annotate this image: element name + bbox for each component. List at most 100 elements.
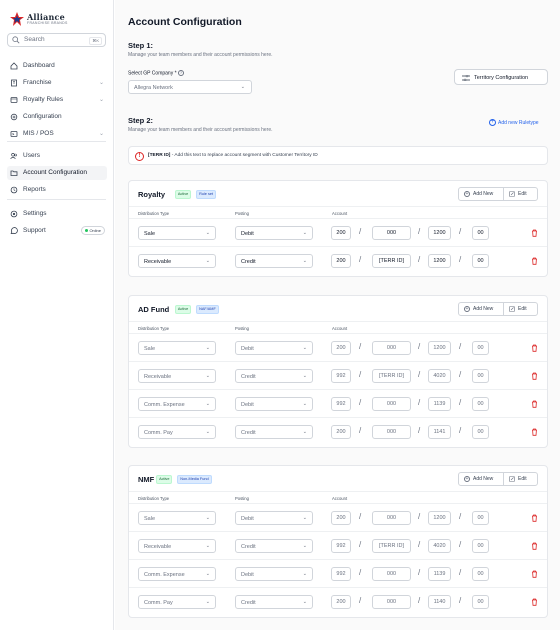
account-segment-1-input[interactable]: 992 (331, 369, 351, 383)
distribution-type-select[interactable]: Sale ⌄ (138, 511, 216, 525)
chevron-down-icon: ⌄ (205, 258, 210, 264)
chevron-down-icon: ⌄ (98, 97, 104, 103)
account-segment-3-input[interactable]: 1200 (428, 254, 451, 268)
account-segment-2-input[interactable]: 000 (372, 226, 411, 240)
posting-select[interactable]: Credit ⌄ (235, 425, 313, 439)
posting-select[interactable]: Credit ⌄ (235, 595, 313, 609)
account-segment-3-input[interactable]: 1140 (428, 595, 451, 609)
trash-icon[interactable] (531, 598, 538, 606)
sidebar-item-configuration[interactable]: Configuration (9, 110, 107, 124)
account-segment-1-input[interactable]: 200 (331, 511, 351, 525)
posting-select[interactable]: Credit ⌄ (235, 369, 313, 383)
trash-icon[interactable] (531, 514, 538, 522)
posting-select[interactable]: Debit ⌄ (235, 567, 313, 581)
add-new-button[interactable]: + Add New (459, 303, 504, 315)
trash-icon[interactable] (531, 570, 538, 578)
sidebar-item-account-configuration[interactable]: Account Configuration (7, 166, 107, 180)
edit-icon (509, 306, 515, 312)
posting-select[interactable]: Credit ⌄ (235, 254, 313, 268)
sidebar-item-label: Support (23, 227, 46, 234)
account-segment-2-input[interactable]: 000 (372, 511, 411, 525)
account-segment-4-input[interactable]: 00 (472, 511, 489, 525)
distribution-type-select[interactable]: Comm. Pay ⌄ (138, 595, 216, 609)
distribution-type-value: Comm. Expense (144, 402, 185, 408)
distribution-type-select[interactable]: Receivable ⌄ (138, 254, 216, 268)
edit-button[interactable]: Edit (504, 188, 538, 200)
sidebar-item-reports[interactable]: Reports (9, 183, 107, 197)
trash-icon[interactable] (531, 542, 538, 550)
trash-icon[interactable] (531, 344, 538, 352)
trash-icon[interactable] (531, 400, 538, 408)
distribution-type-select[interactable]: Receivable ⌄ (138, 369, 216, 383)
account-segment-1-input[interactable]: 992 (331, 397, 351, 411)
trash-icon[interactable] (531, 257, 538, 265)
trash-icon[interactable] (531, 428, 538, 436)
account-segment-2-input[interactable]: 000 (372, 567, 411, 581)
account-segment-4-input[interactable]: 00 (472, 539, 489, 553)
search-input[interactable]: Search ⌘K (7, 33, 106, 47)
account-segment-4-input[interactable]: 00 (472, 595, 489, 609)
account-segment-2-input[interactable]: 000 (372, 397, 411, 411)
account-segment-3-input[interactable]: 1200 (428, 341, 451, 355)
distribution-type-select[interactable]: Receivable ⌄ (138, 539, 216, 553)
sidebar-item-settings[interactable]: Settings (9, 207, 107, 221)
trash-icon[interactable] (531, 372, 538, 380)
account-segment-3-input[interactable]: 1200 (428, 226, 451, 240)
posting-select[interactable]: Credit ⌄ (235, 539, 313, 553)
sidebar-item-support[interactable]: Support Online (9, 224, 107, 238)
posting-select[interactable]: Debit ⌄ (235, 511, 313, 525)
account-segment-3-input[interactable]: 1141 (428, 425, 451, 439)
sidebar-item-franchise[interactable]: Franchise ⌄ (9, 76, 107, 90)
trash-icon[interactable] (531, 229, 538, 237)
account-segment-1-input[interactable]: 200 (331, 254, 351, 268)
posting-select[interactable]: Debit ⌄ (235, 341, 313, 355)
posting-select[interactable]: Debit ⌄ (235, 226, 313, 240)
account-segment-4-input[interactable]: 00 (472, 567, 489, 581)
sidebar-item-dashboard[interactable]: Dashboard (9, 59, 107, 73)
account-segment-4-input[interactable]: 00 (472, 341, 489, 355)
account-segment-2-input[interactable]: [TERR ID] (372, 254, 411, 268)
account-segment-2-input[interactable]: [TERR ID] (372, 539, 411, 553)
account-segment-1-input[interactable]: 200 (331, 595, 351, 609)
account-segment-3-input[interactable]: 4020 (428, 539, 451, 553)
account-segment-4-input[interactable]: 00 (472, 425, 489, 439)
account-segment-1-input[interactable]: 200 (331, 226, 351, 240)
account-segment-1-input[interactable]: 200 (331, 341, 351, 355)
account-segment-2-input[interactable]: 000 (372, 595, 411, 609)
account-segment-1-input[interactable]: 992 (331, 567, 351, 581)
chevron-down-icon: ⌄ (98, 131, 104, 137)
account-segment-4-input[interactable]: 00 (472, 226, 489, 240)
gp-company-select[interactable]: Allegra Network ⌄ (128, 80, 252, 94)
distribution-type-select[interactable]: Sale ⌄ (138, 341, 216, 355)
sidebar-item-users[interactable]: Users (9, 149, 107, 163)
add-new-button[interactable]: + Add New (459, 188, 504, 200)
account-segment-4-input[interactable]: 00 (472, 369, 489, 383)
add-ruletype-link[interactable]: + Add new Ruletype (489, 119, 539, 126)
account-segment-4-input[interactable]: 00 (472, 397, 489, 411)
distribution-type-select[interactable]: Comm. Pay ⌄ (138, 425, 216, 439)
account-segment-1-input[interactable]: 200 (331, 425, 351, 439)
column-header-posting: Posting (235, 326, 249, 331)
sidebar-item-royalty-rules[interactable]: Royalty Rules ⌄ (9, 93, 107, 107)
add-new-button[interactable]: + Add New (459, 473, 504, 485)
territory-configuration-button[interactable]: Territory Configuration (454, 69, 548, 85)
account-segment-3-input[interactable]: 1200 (428, 511, 451, 525)
brand-logo[interactable]: Alliance FRANCHISE BRANDS (9, 11, 99, 29)
account-segment-2-input[interactable]: 000 (372, 341, 411, 355)
account-segment-3-input[interactable]: 1139 (428, 567, 451, 581)
distribution-type-select[interactable]: Comm. Expense ⌄ (138, 397, 216, 411)
distribution-type-select[interactable]: Comm. Expense ⌄ (138, 567, 216, 581)
edit-button[interactable]: Edit (504, 303, 538, 315)
account-segment-2-input[interactable]: 000 (372, 425, 411, 439)
distribution-type-select[interactable]: Sale ⌄ (138, 226, 216, 240)
edit-button[interactable]: Edit (504, 473, 538, 485)
sidebar-item-mis-pos[interactable]: MIS / POS ⌄ (9, 127, 107, 141)
segment-separator: / (459, 512, 462, 521)
account-segment-4-input[interactable]: 00 (472, 254, 489, 268)
account-segment-3-input[interactable]: 1139 (428, 397, 451, 411)
account-segment-1-input[interactable]: 992 (331, 539, 351, 553)
account-segment-2-input[interactable]: [TERR ID] (372, 369, 411, 383)
posting-select[interactable]: Debit ⌄ (235, 397, 313, 411)
rule-card: Royalty Active Rule set + Add New Edit Distrib… (128, 180, 548, 277)
account-segment-3-input[interactable]: 4020 (428, 369, 451, 383)
